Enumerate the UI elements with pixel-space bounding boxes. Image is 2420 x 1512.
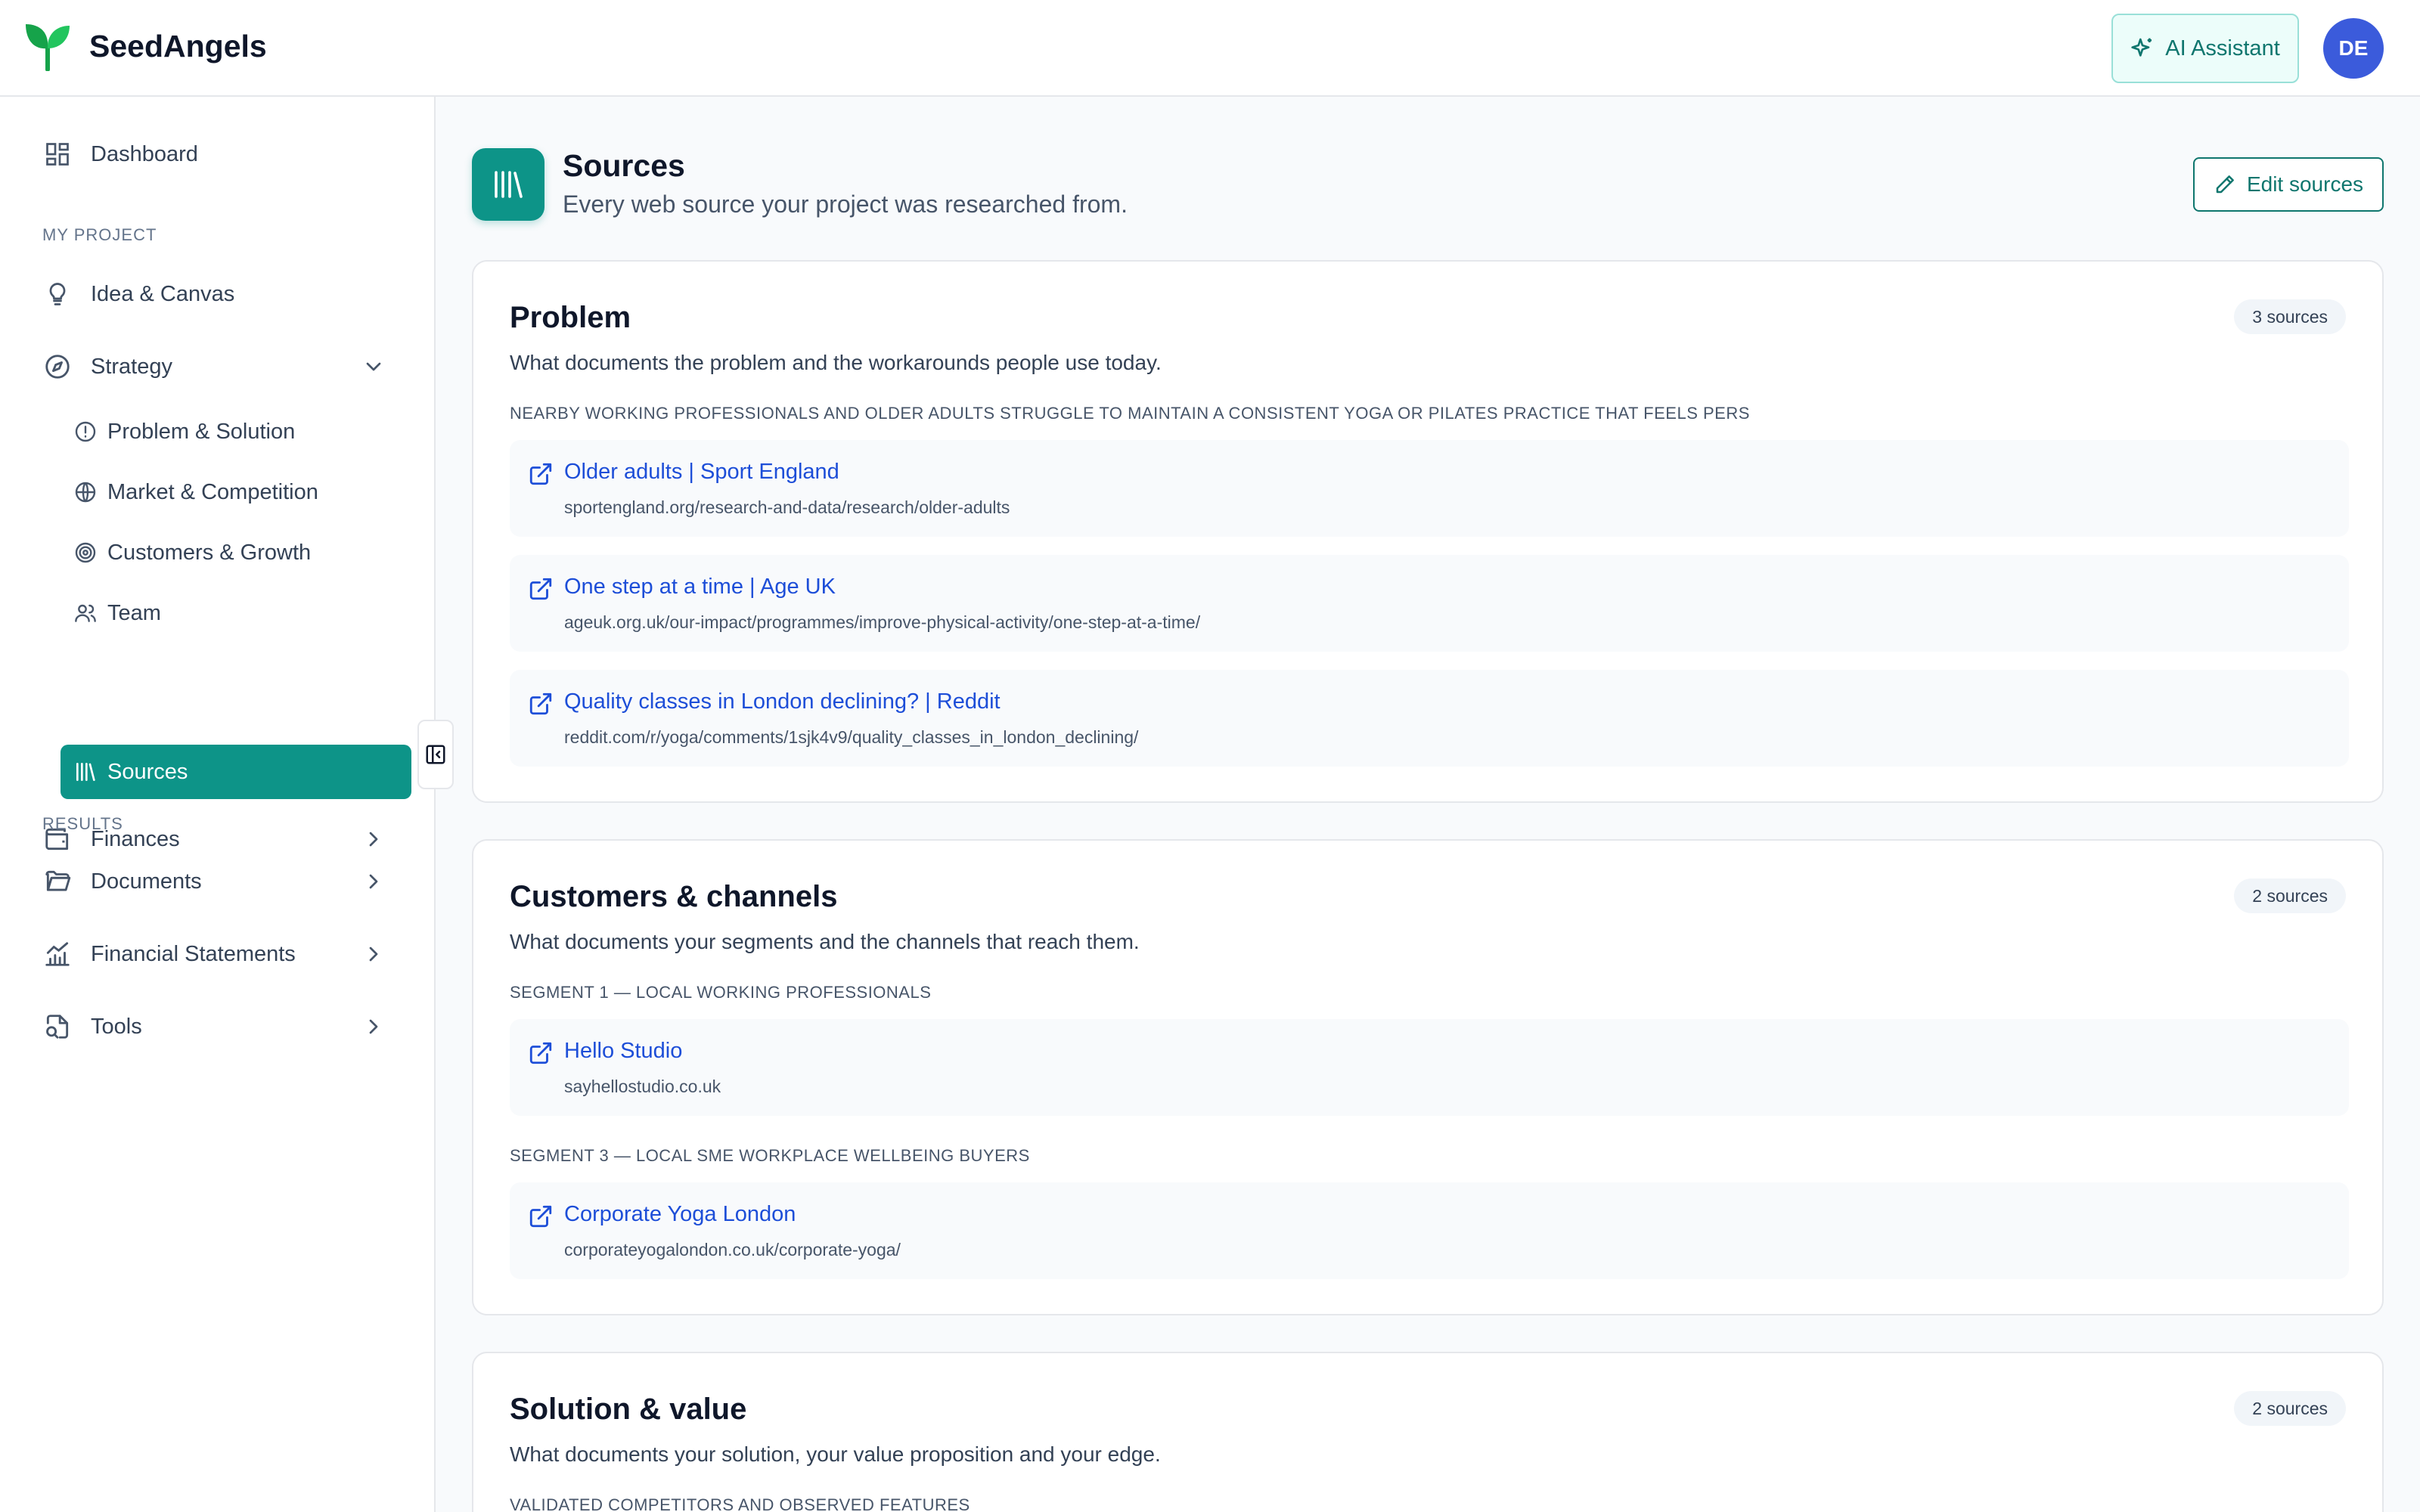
folder-icon (42, 866, 73, 897)
sidebar-item-label: Team (107, 600, 161, 625)
sidebar-item-label: Sources (107, 759, 188, 784)
compass-icon (42, 352, 73, 382)
section-title: Solution & value (510, 1393, 747, 1426)
sprout-logo (24, 21, 71, 71)
sidebar-item-label: Strategy (91, 354, 172, 379)
edit-sources-button[interactable]: Edit sources (2193, 157, 2384, 212)
sidebar-item-documents[interactable]: Documents (42, 866, 202, 897)
source-title-link[interactable]: Quality classes in London declining? | R… (564, 689, 1001, 714)
users-icon (73, 600, 98, 626)
panel-collapse-icon (424, 743, 447, 766)
source-count-badge: 2 sources (2234, 878, 2346, 913)
sidebar-item-sources[interactable]: Sources (73, 759, 188, 785)
alert-circle-icon (73, 419, 98, 445)
sidebar-item-label: Dashboard (91, 141, 198, 166)
chevron-right-icon[interactable] (361, 942, 386, 966)
section-card-solution-value: Solution & value 2 sources What document… (472, 1352, 2384, 1512)
sidebar-item-label: Financial Statements (91, 941, 296, 966)
dashboard-icon (42, 139, 73, 169)
section-card-customers-channels: Customers & channels 2 sources What docu… (472, 839, 2384, 1315)
chevron-right-icon[interactable] (361, 827, 386, 851)
external-link-icon (528, 1040, 554, 1066)
group-label: SEGMENT 1 — LOCAL WORKING PROFESSIONALS (510, 983, 932, 1002)
source-url: reddit.com/r/yoga/comments/1sjk4v9/quali… (564, 727, 1139, 747)
group-label: VALIDATED COMPETITORS AND OBSERVED FEATU… (510, 1495, 970, 1512)
sidebar-item-label: Market & Competition (107, 479, 318, 504)
library-icon (73, 759, 98, 785)
external-link-icon (528, 576, 554, 602)
source-item[interactable]: One step at a time | Age UK ageuk.org.uk… (510, 555, 2349, 652)
section-subtitle: What documents your segments and the cha… (510, 930, 1140, 953)
page-subtitle: Every web source your project was resear… (563, 191, 1128, 218)
external-link-icon (528, 461, 554, 487)
source-url: ageuk.org.uk/our-impact/programmes/impro… (564, 612, 1201, 632)
target-icon (73, 540, 98, 565)
external-link-icon (528, 1204, 554, 1229)
top-bar: SeedAngels AI Assistant DE (0, 0, 2420, 97)
sidebar: Dashboard MY PROJECT Idea & Canvas Strat… (0, 97, 436, 1512)
brand-name: SeedAngels (89, 28, 267, 64)
sidebar-item-label: Tools (91, 1014, 142, 1039)
section-title: Problem (510, 301, 631, 334)
sidebar-item-team[interactable]: Team (73, 600, 161, 626)
edit-sources-label: Edit sources (2246, 172, 2364, 196)
group-label: NEARBY WORKING PROFESSIONALS AND OLDER A… (510, 404, 1750, 423)
source-url: sportengland.org/research-and-data/resea… (564, 497, 1010, 517)
external-link-icon (528, 691, 554, 717)
chevron-right-icon[interactable] (361, 869, 386, 894)
sidebar-item-customers-growth[interactable]: Customers & Growth (73, 540, 311, 565)
section-subtitle: What documents your solution, your value… (510, 1442, 1161, 1466)
source-title-link[interactable]: One step at a time | Age UK (564, 575, 836, 600)
section-card-problem: Problem 3 sources What documents the pro… (472, 260, 2384, 803)
globe-icon (73, 479, 98, 505)
sidebar-item-financial-statements[interactable]: Financial Statements (42, 939, 296, 969)
pencil-icon (2214, 173, 2247, 196)
page-title: Sources (563, 148, 685, 183)
ai-assistant-button[interactable]: AI Assistant (2111, 14, 2299, 83)
avatar[interactable]: DE (2323, 18, 2384, 79)
sidebar-item-market-competition[interactable]: Market & Competition (73, 479, 318, 505)
ai-assistant-label: AI Assistant (2165, 36, 2280, 60)
sidebar-item-problem-solution[interactable]: Problem & Solution (73, 419, 295, 445)
group-label: SEGMENT 3 — LOCAL SME WORKPLACE WELLBEIN… (510, 1146, 1030, 1165)
source-title-link[interactable]: Older adults | Sport England (564, 460, 839, 485)
sidebar-item-label: Problem & Solution (107, 419, 296, 444)
sidebar-item-label: Customers & Growth (107, 540, 312, 565)
chevron-right-icon[interactable] (361, 1015, 386, 1039)
sources-header-icon (472, 148, 544, 221)
section-subtitle: What documents the problem and the worka… (510, 351, 1162, 374)
file-search-icon (42, 1012, 73, 1042)
lightbulb-icon (42, 279, 73, 309)
sidebar-item-idea-canvas[interactable]: Idea & Canvas (42, 279, 234, 309)
sidebar-item-tools[interactable]: Tools (42, 1012, 142, 1042)
source-count-badge: 2 sources (2234, 1391, 2346, 1426)
section-label-my-project: MY PROJECT (42, 225, 157, 244)
source-url: corporateyogalondon.co.uk/corporate-yoga… (564, 1240, 901, 1259)
brand[interactable]: SeedAngels (24, 21, 267, 71)
library-icon (490, 166, 526, 203)
source-item[interactable]: Corporate Yoga London corporateyogalondo… (510, 1182, 2349, 1279)
source-title-link[interactable]: Hello Studio (564, 1039, 682, 1064)
source-title-link[interactable]: Corporate Yoga London (564, 1202, 796, 1227)
chevron-down-icon[interactable] (361, 355, 386, 379)
source-item[interactable]: Quality classes in London declining? | R… (510, 670, 2349, 767)
source-item[interactable]: Hello Studio sayhellostudio.co.uk (510, 1019, 2349, 1116)
sidebar-item-strategy[interactable]: Strategy (42, 352, 172, 382)
sidebar-collapse-button[interactable] (417, 720, 454, 789)
sidebar-item-dashboard[interactable]: Dashboard (42, 139, 198, 169)
section-title: Customers & channels (510, 880, 838, 913)
chart-icon (42, 939, 73, 969)
sidebar-item-label: Idea & Canvas (91, 281, 235, 306)
section-label-results-text: RESULTS (42, 814, 123, 833)
source-item[interactable]: Older adults | Sport England sportenglan… (510, 440, 2349, 537)
source-count-badge: 3 sources (2234, 299, 2346, 334)
sparkles-icon (2130, 36, 2165, 60)
source-url: sayhellostudio.co.uk (564, 1077, 721, 1096)
sidebar-item-label: Documents (91, 869, 202, 894)
